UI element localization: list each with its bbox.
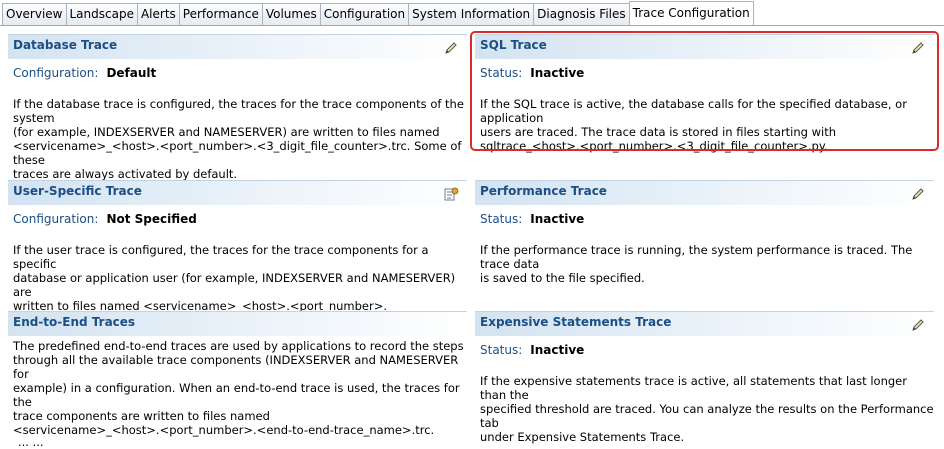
tab-system-information[interactable]: System Information — [408, 3, 535, 25]
user-specific-trace-card: User-Specific Trace Configuration: Not Sp… — [8, 180, 467, 327]
edit-pencil-icon[interactable] — [910, 186, 926, 202]
tab-list: Overview Landscape Alerts Performance Vo… — [2, 1, 754, 25]
sql-trace-highlight-box — [470, 31, 939, 151]
user-trace-config-row: Configuration: Not Specified — [13, 212, 197, 226]
expensive-statements-trace-card: Expensive Statements Trace Status: Inacti… — [475, 311, 934, 444]
desc-line: under Expensive Statements Trace. — [480, 430, 685, 444]
database-trace-title: Database Trace — [13, 38, 118, 52]
edit-pencil-icon[interactable] — [910, 317, 926, 333]
status-label: Status: — [480, 343, 523, 357]
database-trace-card: Database Trace Configuration: Default If … — [8, 34, 467, 181]
tab-overview[interactable]: Overview — [2, 3, 67, 25]
tab-alerts[interactable]: Alerts — [136, 3, 180, 25]
desc-line: traces are always activated by default. — [13, 167, 238, 181]
desc-line: through all the available trace componen… — [13, 353, 459, 381]
tab-trace-configuration[interactable]: Trace Configuration — [628, 1, 754, 25]
database-trace-description: If the database trace is configured, the… — [13, 97, 467, 181]
tab-volumes[interactable]: Volumes — [261, 3, 321, 25]
editor-tab-bar: Overview Landscape Alerts Performance Vo… — [0, 0, 944, 26]
tab-landscape[interactable]: Landscape — [65, 3, 138, 25]
performance-trace-card: Performance Trace Status: Inactive If the… — [475, 180, 934, 285]
desc-line: <servicename>_<host>.<port_number>.<3_di… — [13, 139, 462, 167]
status-value: Inactive — [530, 212, 585, 226]
user-trace-title: User-Specific Trace — [13, 184, 142, 198]
tab-performance[interactable]: Performance — [178, 3, 263, 25]
config-value: Default — [106, 66, 157, 80]
expensive-trace-description: If the expensive statements trace is act… — [480, 374, 934, 444]
status-value: Inactive — [530, 343, 585, 357]
config-value: Not Specified — [106, 212, 197, 226]
user-trace-header: User-Specific Trace — [8, 180, 467, 205]
truncated-text: ... ... — [18, 435, 44, 449]
edit-user-settings-icon[interactable] — [443, 186, 459, 202]
desc-line: If the user trace is configured, the tra… — [13, 243, 429, 271]
e2e-trace-title: End-to-End Traces — [13, 315, 136, 329]
performance-trace-title: Performance Trace — [480, 184, 607, 198]
desc-line: The predefined end-to-end traces are use… — [13, 339, 464, 353]
expensive-trace-title: Expensive Statements Trace — [480, 315, 672, 329]
desc-line: If the database trace is configured, the… — [13, 97, 464, 125]
performance-trace-description: If the performance trace is running, the… — [480, 243, 934, 285]
database-trace-header: Database Trace — [8, 34, 467, 59]
performance-trace-header: Performance Trace — [475, 180, 934, 205]
edit-pencil-icon[interactable] — [443, 40, 459, 56]
config-label: Configuration: — [13, 66, 99, 80]
desc-line: is saved to the file specified. — [480, 271, 645, 285]
e2e-trace-header: End-to-End Traces — [8, 311, 467, 336]
expensive-trace-status-row: Status: Inactive — [480, 343, 584, 357]
e2e-trace-description: The predefined end-to-end traces are use… — [13, 339, 467, 437]
end-to-end-traces-card: End-to-End Traces The predefined end-to-… — [8, 311, 467, 437]
desc-line: <servicename>_<host>.<port_number>.<end-… — [13, 423, 435, 437]
desc-line: (for example, INDEXSERVER and NAMESERVER… — [13, 125, 440, 139]
desc-line: If the expensive statements trace is act… — [480, 374, 907, 402]
desc-line: If the performance trace is running, the… — [480, 243, 913, 271]
tab-diagnosis-files[interactable]: Diagnosis Files — [533, 3, 630, 25]
desc-line: example) in a configuration. When an end… — [13, 381, 460, 409]
desc-line: trace components are written to files na… — [13, 409, 270, 423]
performance-trace-status-row: Status: Inactive — [480, 212, 584, 226]
tab-configuration[interactable]: Configuration — [319, 3, 410, 25]
database-trace-config-row: Configuration: Default — [13, 66, 156, 80]
desc-line: specified threshold are traced. You can … — [480, 402, 934, 430]
expensive-trace-header: Expensive Statements Trace — [475, 311, 934, 336]
desc-line: database or application user (for exampl… — [13, 271, 456, 299]
config-label: Configuration: — [13, 212, 99, 226]
status-label: Status: — [480, 212, 523, 226]
